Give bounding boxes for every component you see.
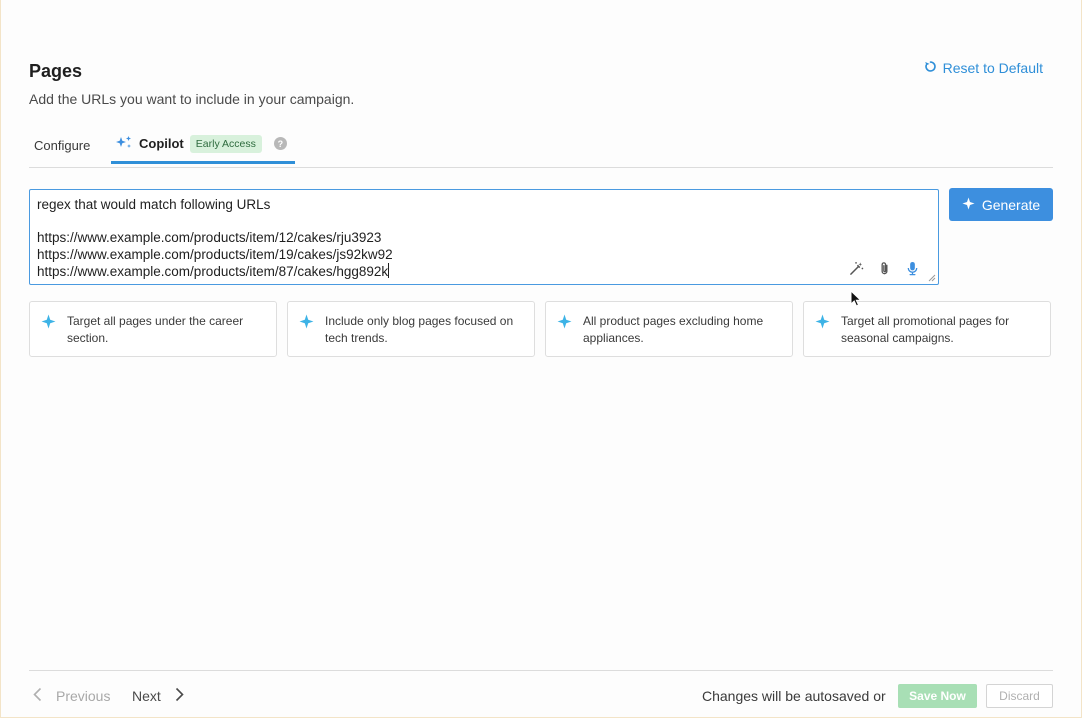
suggestion-card[interactable]: Include only blog pages focused on tech … (287, 301, 535, 357)
reset-label: Reset to Default (942, 60, 1043, 76)
sparkle-icon (41, 314, 56, 329)
next-button[interactable]: Next (132, 687, 184, 705)
suggestion-text: Include only blog pages focused on tech … (325, 314, 514, 345)
suggestion-text: Target all pages under the career sectio… (67, 314, 244, 345)
chevron-left-icon (33, 687, 42, 705)
suggestion-card[interactable]: Target all pages under the career sectio… (29, 301, 277, 357)
discard-button[interactable]: Discard (986, 684, 1053, 708)
text-caret (388, 263, 390, 278)
reset-to-default-button[interactable]: Reset to Default (924, 60, 1043, 76)
autosave-text: Changes will be autosaved or (702, 688, 886, 704)
suggestion-list: Target all pages under the career sectio… (29, 301, 1053, 357)
early-access-badge: Early Access (189, 134, 262, 153)
tab-copilot[interactable]: Copilot Early Access ? (111, 126, 295, 164)
page-title: Pages (29, 61, 83, 81)
previous-label: Previous (56, 688, 111, 704)
suggestion-text: Target all promotional pages for seasona… (841, 314, 1010, 345)
mouse-cursor-icon (850, 290, 862, 307)
suggestion-text: All product pages excluding home applian… (583, 314, 764, 345)
sparkle-icon (299, 314, 314, 329)
help-icon[interactable]: ? (273, 137, 287, 150)
paperclip-icon[interactable] (877, 261, 892, 276)
sparkle-icon (815, 314, 830, 329)
suggestion-card[interactable]: Target all promotional pages for seasona… (803, 301, 1051, 357)
footer-divider (29, 670, 1053, 671)
prompt-text: regex that would match following URLs ht… (37, 197, 393, 279)
generate-label: Generate (981, 196, 1041, 213)
app-frame (0, 0, 1082, 718)
suggestion-card[interactable]: All product pages excluding home applian… (545, 301, 793, 357)
copilot-prompt-box[interactable]: regex that would match following URLs ht… (29, 189, 939, 285)
reset-icon (924, 60, 937, 76)
sparkle-icon (962, 196, 975, 213)
page-subtitle: Add the URLs you want to include in your… (29, 91, 355, 107)
next-label: Next (132, 688, 161, 704)
microphone-icon[interactable] (905, 261, 920, 276)
sparkle-icon (557, 314, 572, 329)
previous-button[interactable]: Previous (33, 687, 110, 705)
tab-label: Copilot (139, 136, 184, 151)
prompt-tools (849, 261, 920, 276)
tab-label: Configure (34, 137, 91, 153)
sparkle-icon (115, 135, 133, 152)
generate-button[interactable]: Generate (949, 188, 1053, 221)
tab-bar: Configure Copilot Early Access ? (29, 130, 1053, 168)
chevron-right-icon (175, 687, 184, 705)
resize-handle-icon[interactable] (928, 274, 936, 282)
magic-wand-icon[interactable] (849, 261, 864, 276)
tab-configure[interactable]: Configure (34, 126, 90, 164)
prompt-input[interactable]: regex that would match following URLs ht… (37, 197, 837, 281)
save-now-button[interactable]: Save Now (898, 684, 977, 708)
